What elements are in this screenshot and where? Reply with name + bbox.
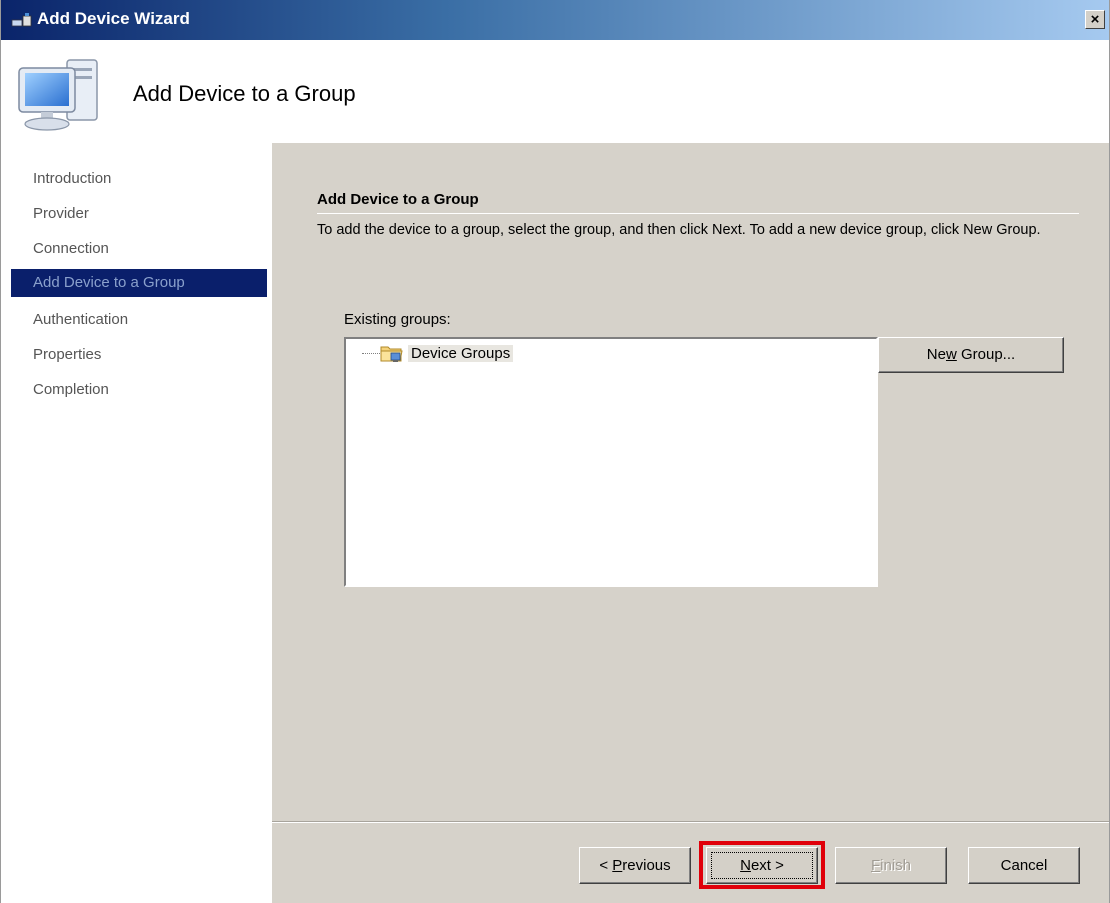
footer-divider — [272, 821, 1109, 823]
new-group-label-pre: Ne — [926, 346, 946, 363]
focus-rectangle — [711, 852, 813, 879]
new-group-label-mnemonic: w — [945, 346, 957, 363]
page-title: Add Device to a Group — [133, 81, 356, 106]
section-title: Add Device to a Group — [317, 191, 479, 208]
groups-tree-view[interactable]: Device Groups — [344, 337, 878, 587]
close-icon: × — [1090, 11, 1100, 28]
window-title: Add Device Wizard — [37, 9, 190, 28]
step-completion[interactable]: Completion — [33, 381, 109, 398]
previous-label-mnemonic: P — [612, 857, 623, 874]
add-device-wizard-window: Add Device Wizard × Add Device to a Grou… — [0, 0, 1110, 903]
close-button[interactable]: × — [1085, 10, 1105, 29]
instructions-text: To add the device to a group, select the… — [317, 222, 1041, 238]
new-group-label-post: Group... — [956, 346, 1016, 363]
step-authentication[interactable]: Authentication — [33, 311, 128, 328]
step-properties[interactable]: Properties — [33, 346, 101, 363]
finish-label-post: inish — [880, 857, 912, 874]
step-add-device-to-group[interactable]: Add Device to a Group — [11, 269, 267, 297]
tree-node-device-groups[interactable]: Device Groups — [380, 343, 514, 363]
wizard-app-icon — [11, 13, 32, 27]
step-connection[interactable]: Connection — [33, 240, 109, 257]
section-divider — [317, 213, 1079, 214]
next-button[interactable]: Next > — [706, 847, 818, 884]
finish-button[interactable]: Finish — [835, 847, 947, 884]
existing-groups-label: Existing groups: — [344, 311, 451, 328]
previous-button[interactable]: < Previous — [579, 847, 691, 884]
computer-icon — [18, 59, 98, 131]
step-introduction[interactable]: Introduction — [33, 170, 111, 187]
previous-label-post: revious — [622, 857, 671, 874]
finish-label-mnemonic: F — [870, 857, 881, 874]
device-group-folder-icon — [380, 346, 403, 362]
tree-node-label: Device Groups — [408, 344, 514, 362]
wizard-steps-nav: Introduction Provider Connection Add Dev… — [1, 143, 271, 903]
step-provider[interactable]: Provider — [33, 205, 89, 222]
title-bar[interactable]: Add Device Wizard × — [1, 0, 1109, 40]
cancel-button[interactable]: Cancel — [968, 847, 1080, 884]
new-group-button[interactable]: New Group... — [878, 337, 1064, 373]
wizard-content-pane: Add Device to a Group To add the device … — [272, 143, 1109, 903]
wizard-header: Add Device to a Group — [1, 40, 1109, 143]
previous-label-pre: < — [599, 857, 613, 874]
